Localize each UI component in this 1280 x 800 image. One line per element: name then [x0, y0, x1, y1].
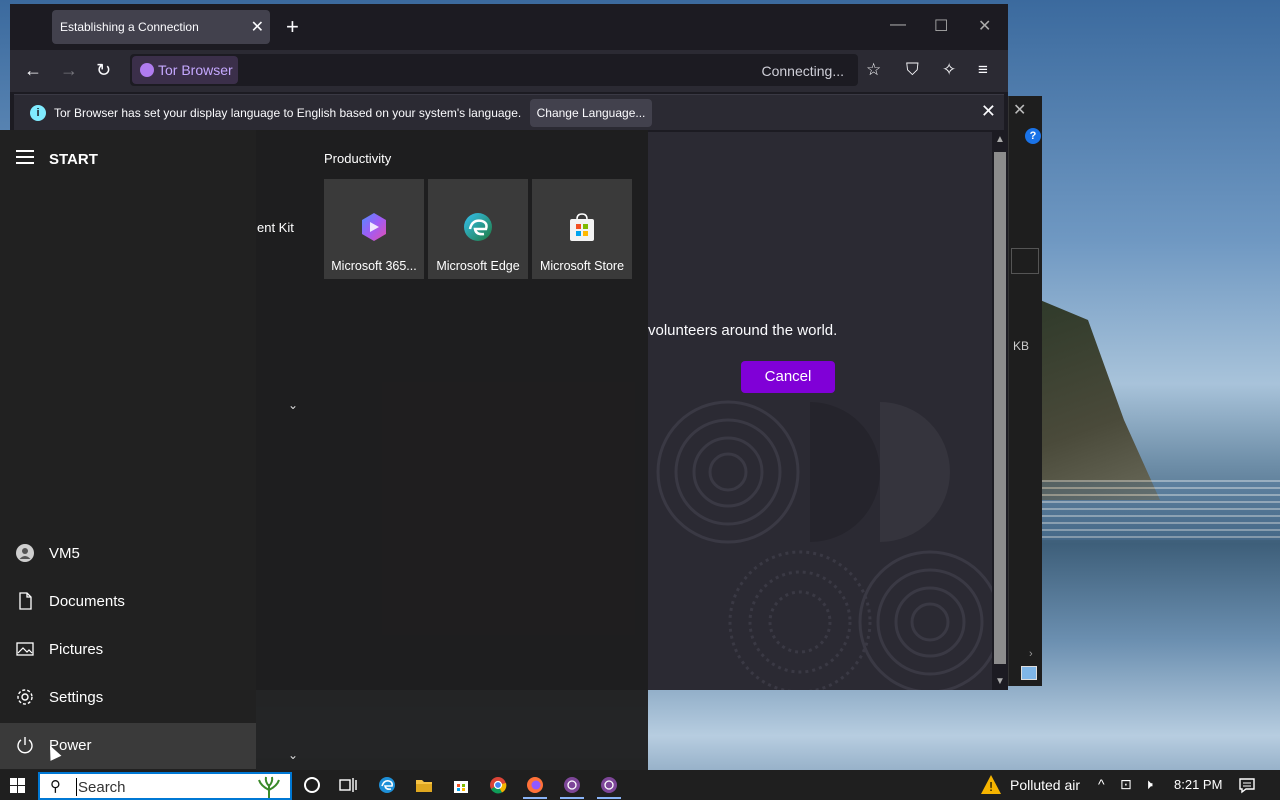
- tor-browser-icon[interactable]: [600, 776, 618, 794]
- weather-text[interactable]: Polluted air: [1010, 777, 1080, 793]
- tab-active[interactable]: Establishing a Connection ✕: [52, 10, 270, 44]
- pictures-icon: [16, 642, 34, 656]
- size-unit-text: KB: [1013, 339, 1030, 353]
- file-explorer-icon[interactable]: [415, 776, 433, 794]
- tor-chip-label: Tor Browser: [158, 62, 233, 78]
- firefox-active-indicator: [523, 797, 547, 799]
- gear-icon: [17, 689, 33, 705]
- microsoft-365-icon: [362, 213, 386, 241]
- task-view-icon[interactable]: [339, 776, 357, 794]
- scrollbar[interactable]: ▲ ▼: [992, 132, 1008, 690]
- maximize-icon[interactable]: ☐: [934, 16, 948, 36]
- notification-close-icon[interactable]: ✕: [981, 101, 996, 122]
- windows-start-icon[interactable]: [10, 778, 26, 794]
- start-item-settings[interactable]: Settings: [0, 675, 256, 721]
- tor-browser-chip[interactable]: Tor Browser: [132, 56, 238, 84]
- nav-bar: ← → ↻ Tor Browser Connecting... ☆ ⛉ ✧ ≡: [10, 50, 1008, 92]
- start-item-pictures[interactable]: Pictures: [0, 627, 256, 673]
- document-icon: [19, 592, 32, 610]
- shield-icon[interactable]: ⛉: [906, 60, 919, 80]
- tile-label: Microsoft Edge: [436, 259, 520, 273]
- app-list-partial-label[interactable]: ent Kit: [257, 220, 294, 235]
- firefox-icon[interactable]: [526, 776, 544, 794]
- tab-close-icon[interactable]: ✕: [251, 17, 264, 37]
- language-notification-bar: i Tor Browser has set your display langu…: [14, 94, 1004, 130]
- change-language-button[interactable]: Change Language...: [530, 99, 652, 127]
- wallpaper-sea: [1040, 480, 1280, 540]
- hamburger-icon[interactable]: [16, 150, 34, 168]
- start-item-power[interactable]: Power: [0, 723, 256, 769]
- info-icon: i: [30, 105, 46, 121]
- svg-text:!: !: [989, 780, 994, 794]
- start-item-label: VM5: [49, 545, 80, 562]
- taskbar: ⚲ Search ! Polluted air ^ ⊡ 🕨 8:21 PM: [0, 770, 1280, 800]
- tile-group-title: Productivity: [324, 151, 392, 166]
- tor-browser-icon[interactable]: [563, 776, 581, 794]
- notifications-icon[interactable]: [1238, 776, 1256, 794]
- start-item-label: Pictures: [49, 641, 104, 658]
- tab-title: Establishing a Connection: [60, 20, 199, 34]
- text-caret: [76, 778, 77, 796]
- clock[interactable]: 8:21 PM: [1174, 777, 1222, 792]
- cortana-icon[interactable]: [303, 776, 321, 794]
- tab-bar: Establishing a Connection ✕ + — ☐ ✕: [10, 4, 1008, 50]
- search-highlight-icon: [258, 776, 280, 798]
- help-icon[interactable]: ?: [1025, 128, 1041, 144]
- connection-description: volunteers around the world.: [648, 322, 838, 339]
- start-menu-sidebar: START VM5 Documents Pictures Settings Po…: [0, 130, 256, 770]
- volume-muted-icon[interactable]: 🕨: [1144, 776, 1153, 793]
- minimize-icon[interactable]: —: [890, 16, 906, 34]
- tile-label: Microsoft Store: [539, 259, 625, 273]
- edge-icon: [464, 213, 492, 241]
- back-icon[interactable]: ←: [24, 60, 42, 81]
- reload-icon[interactable]: ↻: [96, 60, 111, 81]
- network-icon[interactable]: ⊡: [1120, 776, 1132, 793]
- notification-text: Tor Browser has set your display languag…: [54, 106, 522, 120]
- user-icon: [16, 544, 34, 562]
- window-icon: [1021, 666, 1037, 680]
- chevron-down-icon[interactable]: ⌄: [288, 748, 298, 762]
- start-item-user[interactable]: VM5: [0, 531, 256, 577]
- tor-active-indicator: [597, 797, 621, 799]
- start-menu: START VM5 Documents Pictures Settings Po…: [0, 130, 648, 770]
- scroll-thumb[interactable]: [994, 152, 1006, 664]
- chevron-down-icon[interactable]: ⌄: [288, 398, 298, 412]
- close-icon[interactable]: ✕: [1013, 100, 1026, 120]
- bookmark-star-icon[interactable]: ☆: [866, 60, 881, 80]
- store-icon: [570, 213, 594, 241]
- window-close-icon[interactable]: ✕: [978, 16, 991, 36]
- url-bar[interactable]: Tor Browser Connecting...: [130, 54, 858, 86]
- new-tab-button[interactable]: +: [286, 14, 299, 40]
- search-placeholder: Search: [78, 779, 126, 796]
- tile-label: Microsoft 365...: [331, 259, 417, 273]
- store-taskbar-icon[interactable]: [452, 776, 470, 794]
- tor-active-indicator: [560, 797, 584, 799]
- menu-icon[interactable]: ≡: [978, 60, 988, 80]
- background-dialog: ✕ ? KB ›: [1008, 96, 1042, 686]
- cancel-button[interactable]: Cancel: [741, 361, 835, 393]
- warning-icon[interactable]: !: [980, 774, 1002, 796]
- chevron-up-icon[interactable]: ^: [1098, 776, 1105, 792]
- start-item-label: Documents: [49, 593, 125, 610]
- connection-status: Connecting...: [761, 63, 845, 79]
- new-identity-icon[interactable]: ✧: [942, 60, 956, 80]
- tile-microsoft-edge[interactable]: Microsoft Edge: [428, 179, 528, 279]
- edge-taskbar-icon[interactable]: [378, 776, 396, 794]
- start-title: START: [49, 151, 98, 168]
- start-item-documents[interactable]: Documents: [0, 579, 256, 625]
- chrome-icon[interactable]: [489, 776, 507, 794]
- start-item-label: Settings: [49, 689, 104, 706]
- scroll-up-icon[interactable]: ▲: [995, 134, 1005, 145]
- tor-onion-icon: [140, 63, 154, 77]
- taskbar-search-box[interactable]: ⚲ Search: [38, 772, 292, 800]
- chevron-right-icon[interactable]: ›: [1029, 648, 1033, 660]
- tile-microsoft-store[interactable]: Microsoft Store: [532, 179, 632, 279]
- search-icon: ⚲: [50, 778, 61, 795]
- decorative-circles: [650, 392, 1008, 690]
- scroll-down-icon[interactable]: ▼: [995, 676, 1005, 687]
- forward-icon[interactable]: →: [60, 60, 78, 81]
- tile-microsoft-365[interactable]: Microsoft 365...: [324, 179, 424, 279]
- power-icon: [17, 737, 33, 754]
- dialog-input-box[interactable]: [1011, 248, 1039, 274]
